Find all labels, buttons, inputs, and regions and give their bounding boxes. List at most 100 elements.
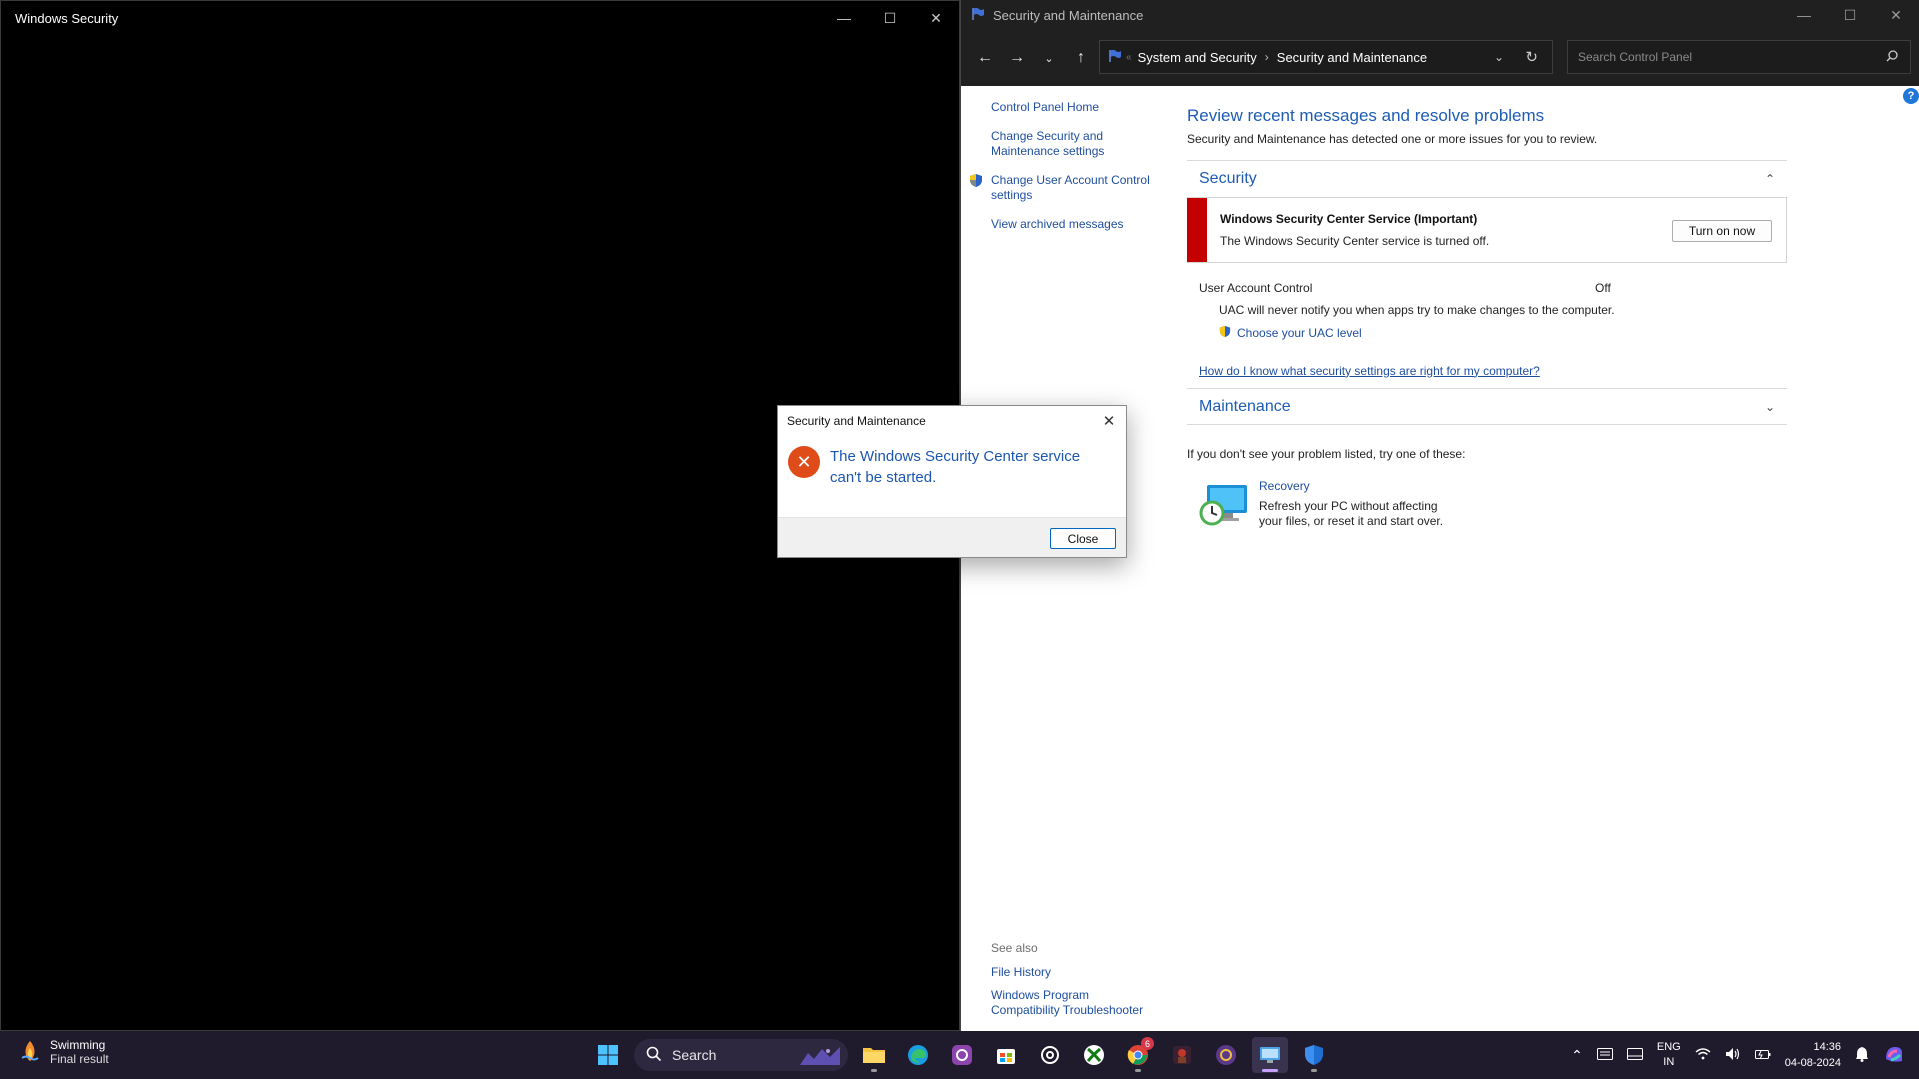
close-icon[interactable]: ✕ (1873, 0, 1919, 30)
choose-uac-level-link[interactable]: Choose your UAC level (1219, 325, 1362, 341)
clock-time: 14:36 (1813, 1041, 1841, 1053)
copilot-icon[interactable] (1883, 1043, 1905, 1068)
windows-security-titlebar: Windows Security (1, 1, 959, 35)
recovery-item[interactable]: Recovery Refresh your PC without affecti… (1187, 479, 1787, 549)
wifi-icon[interactable] (1695, 1047, 1711, 1063)
battery-icon[interactable] (1754, 1048, 1771, 1063)
window-controls: — ☐ ✕ (821, 1, 959, 35)
uac-message: UAC will never notify you when apps try … (1219, 303, 1615, 317)
change-security-settings-link[interactable]: Change Security and Maintenance settings (991, 129, 1161, 159)
defender-icon[interactable] (1296, 1037, 1332, 1073)
compatibility-troubleshooter-link[interactable]: Windows Program Compatibility Troublesho… (991, 988, 1161, 1018)
close-button[interactable]: Close (1050, 528, 1116, 549)
maintenance-section-header[interactable]: Maintenance ⌄ (1187, 389, 1787, 425)
uac-label: User Account Control (1199, 281, 1313, 295)
xbox-icon[interactable] (1076, 1037, 1112, 1073)
see-also-header: See also (991, 941, 1038, 955)
swimming-icon (20, 1040, 40, 1065)
search-icon (646, 1046, 662, 1065)
alert-description: The Windows Security Center service is t… (1220, 234, 1490, 248)
running-indicator (1135, 1069, 1141, 1072)
address-bar[interactable]: « System and Security › Security and Mai… (1099, 40, 1553, 74)
main-pane: Review recent messages and resolve probl… (1187, 86, 1787, 549)
store-icon[interactable] (988, 1037, 1024, 1073)
language-line1: ENG (1656, 1041, 1681, 1053)
turn-on-now-button[interactable]: Turn on now (1672, 220, 1772, 242)
search-input[interactable]: Search Control Panel (1567, 40, 1911, 74)
recent-locations-chevron-icon[interactable]: ⌄ (1033, 42, 1065, 74)
page-subtitle: Security and Maintenance has detected on… (1187, 132, 1787, 161)
app-icon[interactable] (944, 1037, 980, 1073)
view-archived-messages-link[interactable]: View archived messages (991, 217, 1161, 232)
chrome-icon[interactable]: 6 (1120, 1037, 1156, 1073)
security-section-header[interactable]: Security ⌃ (1187, 161, 1787, 197)
choose-uac-level-label: Choose your UAC level (1237, 326, 1362, 340)
running-indicator (1262, 1069, 1278, 1072)
recovery-icon (1199, 483, 1249, 530)
breadcrumb-item-system-and-security[interactable]: System and Security (1138, 50, 1257, 65)
notification-bell-icon[interactable] (1855, 1046, 1869, 1065)
notification-badge: 6 (1141, 1037, 1154, 1050)
app2-icon[interactable] (1208, 1037, 1244, 1073)
file-explorer-icon[interactable] (856, 1037, 892, 1073)
volume-icon[interactable] (1725, 1047, 1741, 1064)
refresh-icon[interactable]: ↻ (1525, 48, 1538, 66)
minimize-icon[interactable]: — (1781, 0, 1827, 30)
clock[interactable]: 14:36 04-08-2024 (1785, 1039, 1841, 1071)
maximize-icon[interactable]: ☐ (1827, 0, 1873, 30)
edge-icon[interactable] (900, 1037, 936, 1073)
recovery-link[interactable]: Recovery (1259, 479, 1310, 493)
clock-date: 04-08-2024 (1784, 1057, 1841, 1069)
back-arrow-icon[interactable]: ← (969, 42, 1001, 74)
widget-title: Swimming (50, 1038, 106, 1052)
security-settings-help-link[interactable]: How do I know what security settings are… (1187, 353, 1787, 389)
search-highlight-icon (798, 1043, 842, 1070)
start-icon[interactable] (590, 1037, 626, 1073)
language-indicator[interactable]: ENG IN (1657, 1040, 1681, 1070)
page-title: Review recent messages and resolve probl… (1187, 106, 1545, 125)
window-title: Windows Security (15, 10, 119, 26)
file-history-link[interactable]: File History (991, 965, 1161, 980)
change-uac-settings-link[interactable]: Change User Account Control settings (970, 173, 1161, 203)
breadcrumb-overflow[interactable]: « (1126, 52, 1132, 63)
close-icon[interactable]: ✕ (1098, 410, 1120, 432)
widget-subtitle: Final result (50, 1052, 109, 1066)
chevron-up-icon[interactable]: ⌃ (1571, 1047, 1583, 1064)
tablet-icon[interactable] (1626, 1047, 1643, 1063)
alert-severity-bar (1187, 198, 1207, 262)
breadcrumb-item-security-and-maintenance[interactable]: Security and Maintenance (1277, 50, 1427, 65)
running-indicator (1311, 1069, 1317, 1072)
flag-icon (971, 7, 985, 24)
window-title: Security and Maintenance (993, 7, 1144, 23)
running-indicator (871, 1069, 877, 1072)
uac-shield-icon (1219, 325, 1231, 341)
chevron-down-icon[interactable]: ⌄ (1765, 400, 1775, 414)
uac-shield-icon (969, 173, 983, 192)
dialog-title: Security and Maintenance (787, 414, 926, 428)
up-arrow-icon[interactable]: ↑ (1065, 42, 1097, 74)
chatgpt-icon[interactable] (1032, 1037, 1068, 1073)
security-header-label: Security (1199, 170, 1257, 187)
search-icon[interactable] (1886, 49, 1898, 65)
uac-value: Off (1595, 281, 1611, 295)
minimize-icon[interactable]: — (821, 1, 867, 35)
window-controls: — ☐ ✕ (1781, 0, 1919, 30)
control-panel-home-link[interactable]: Control Panel Home (991, 100, 1161, 115)
breadcrumb-separator-icon: › (1264, 50, 1269, 64)
taskbar-apps: Search 6 (590, 1037, 1332, 1073)
dialog-footer: Close (778, 517, 1126, 557)
keyboard-icon[interactable] (1596, 1047, 1613, 1063)
chevron-up-icon[interactable]: ⌃ (1765, 172, 1775, 186)
language-line2: IN (1663, 1056, 1675, 1068)
taskbar-search[interactable]: Search (634, 1039, 848, 1071)
maximize-icon[interactable]: ☐ (867, 1, 913, 35)
control-panel-icon[interactable] (1252, 1037, 1288, 1073)
try-these-text: If you don't see your problem listed, tr… (1187, 447, 1466, 461)
help-question-icon[interactable]: ? (1903, 88, 1919, 104)
weather-widget[interactable]: Swimming Final result (20, 1038, 109, 1066)
address-dropdown-icon[interactable]: ⌄ (1494, 50, 1504, 64)
forward-arrow-icon[interactable]: → (1001, 42, 1033, 74)
system-tray: ⌃ ENG IN 14:36 04-08-2024 (1571, 1035, 1905, 1075)
game-icon[interactable] (1164, 1037, 1200, 1073)
close-icon[interactable]: ✕ (913, 1, 959, 35)
